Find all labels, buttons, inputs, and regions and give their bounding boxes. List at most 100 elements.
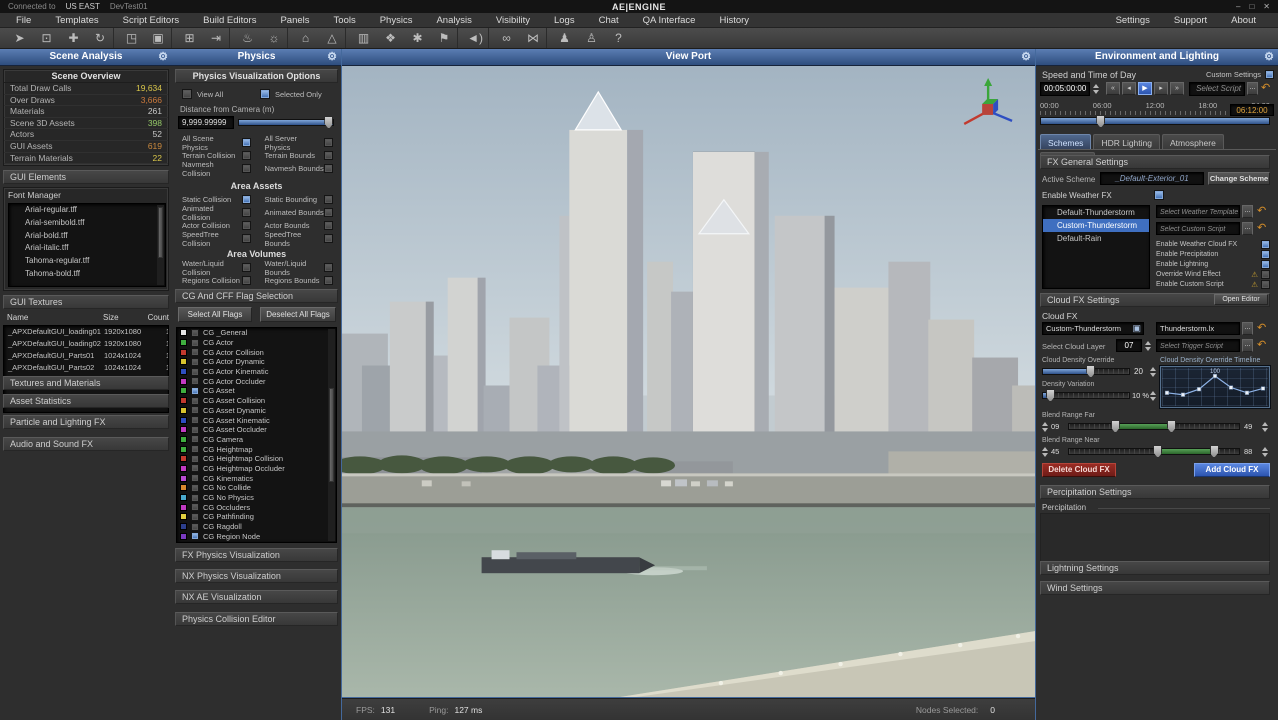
checkbox[interactable] [324,164,333,173]
cg-flag-row[interactable]: CG _General [177,328,336,338]
checkbox[interactable] [324,195,333,204]
flag-checkbox[interactable] [191,503,199,511]
terrain-tool-icon[interactable]: △ [319,28,346,48]
font-item[interactable]: Arial-semibold.tff [9,217,165,230]
section-physics-collision-editor[interactable]: Physics Collision Editor [175,612,338,626]
menu-item[interactable]: File [4,14,43,27]
undo-icon[interactable]: ↶ [1257,205,1266,218]
checkbox[interactable] [242,221,251,230]
cg-flag-row[interactable]: CG Camera [177,435,336,445]
active-scheme-field[interactable]: _Default-Exterior_01 [1100,172,1204,185]
cg-flag-row[interactable]: CG Asset Occluder [177,425,336,435]
enable-weather-checkbox[interactable] [1154,190,1164,200]
flag-checkbox[interactable] [191,455,199,463]
browse-script-button[interactable]: ... [1247,82,1258,95]
blend-near-slider[interactable] [1068,448,1240,455]
select-script-field[interactable]: Select Script [1189,82,1245,96]
checkbox[interactable] [242,138,251,147]
menu-item[interactable]: Tools [322,14,368,27]
view-all-checkbox[interactable] [182,89,192,99]
select-all-flags-button[interactable]: Select All Flags [178,307,252,322]
cg-flag-row[interactable]: CG Heightmap [177,444,336,454]
flag-checkbox[interactable] [191,358,199,366]
cg-flag-row[interactable]: CG Region Node [177,531,336,541]
flag-checkbox[interactable] [191,397,199,405]
section-nx-ae-viz[interactable]: NX AE Visualization [175,590,338,604]
turn-question-icon[interactable]: ? [605,28,632,48]
browse-custom-script-button[interactable]: ... [1242,222,1253,235]
cg-flag-row[interactable]: CG Actor Collision [177,347,336,357]
move-tool-icon[interactable]: ✚ [60,28,87,48]
menu-item[interactable]: QA Interface [631,14,708,27]
blend-far-max-spinner[interactable] [1260,420,1269,433]
custom-settings-checkbox[interactable] [1265,70,1274,79]
section-fx-general[interactable]: FX General Settings [1040,155,1270,169]
checkbox[interactable] [242,234,251,243]
cg-flag-row[interactable]: CG Asset [177,386,336,396]
blend-near-min-spinner[interactable] [1040,445,1049,458]
checkbox[interactable] [324,151,333,160]
checkbox[interactable] [324,234,333,243]
density-variation-spinner[interactable] [1148,389,1157,402]
browse-cloud-script-button[interactable]: ... [1242,322,1253,335]
cg-flag-row[interactable]: CG Pathfinding [177,512,336,522]
flag-checkbox[interactable] [191,484,199,492]
checkbox[interactable] [242,208,251,217]
flag-checkbox[interactable] [191,523,199,531]
rewind-button[interactable]: « [1106,82,1120,95]
flag-checkbox[interactable] [191,435,199,443]
cg-flag-row[interactable]: CG No Collide [177,483,336,493]
custom-script-field[interactable]: Select Custom Script [1156,222,1240,235]
group-select-icon[interactable]: ◳ [118,28,145,48]
density-timeline-chart[interactable]: 100 [1160,366,1270,408]
undo-icon[interactable]: ↶ [1257,339,1266,352]
checkbox[interactable] [1261,280,1270,289]
weather-scheme-item[interactable]: Default-Rain [1043,232,1149,245]
cg-flag-row[interactable]: CG Asset Collision [177,396,336,406]
gear-icon[interactable]: ⚙ [1021,49,1031,65]
section-percipitation-settings[interactable]: Percipitation Settings [1040,485,1270,499]
checkbox[interactable] [242,276,251,285]
checkbox[interactable] [324,221,333,230]
flag-checkbox[interactable] [191,406,199,414]
checkbox[interactable] [1261,240,1270,249]
flag-checkbox[interactable] [191,532,199,540]
checkbox[interactable] [1261,270,1270,279]
menu-item[interactable]: Script Editors [111,14,192,27]
time-input[interactable]: 00:05:00:00 [1040,82,1090,96]
menu-item[interactable]: Analysis [424,14,483,27]
snap-grid-icon[interactable]: ⊞ [176,28,203,48]
cloud-layer-value[interactable]: 07 [1116,339,1142,352]
blend-far-low-handle[interactable] [1111,420,1120,433]
menu-item[interactable]: Logs [542,14,587,27]
environment-tab[interactable]: Atmosphere [1162,134,1224,150]
flag-checkbox[interactable] [191,329,199,337]
section-lightning-settings[interactable]: Lightning Settings [1040,561,1270,575]
undo-icon[interactable]: ↶ [1257,222,1266,235]
blend-near-low-handle[interactable] [1153,445,1162,458]
texture-row[interactable]: _APXDefaultGUI_Parts02 1024x1024 1 [4,362,168,374]
density-override-spinner[interactable] [1148,365,1157,378]
rotate-tool-icon[interactable]: ↻ [87,28,114,48]
checkbox[interactable] [324,263,333,272]
section-asset-statistics[interactable]: Asset Statistics [3,394,169,408]
blend-far-slider[interactable] [1068,423,1240,430]
menu-item[interactable]: About [1219,14,1268,27]
density-variation-slider[interactable] [1042,392,1130,399]
checkbox[interactable] [242,195,251,204]
menu-item[interactable]: History [707,14,761,27]
add-cloud-fx-button[interactable]: Add Cloud FX [1194,463,1270,477]
open-editor-button[interactable]: Open Editor [1214,294,1268,305]
menu-item[interactable]: Visibility [484,14,542,27]
section-wind-settings[interactable]: Wind Settings [1040,581,1270,595]
cloud-layer-spinner[interactable] [1143,339,1152,352]
distance-slider-handle[interactable] [324,116,333,129]
close-button[interactable]: ✕ [1263,2,1270,11]
font-list[interactable]: Arial-regular.tffArial-semibold.tffArial… [8,203,166,287]
cg-flag-row[interactable]: CG Occluders [177,502,336,512]
weather-scheme-item[interactable]: Custom-Thunderstorm [1043,219,1149,232]
cg-flag-row[interactable]: CG Actor Occluder [177,376,336,386]
gear-icon[interactable]: ⚙ [1264,49,1274,65]
section-particle-lighting-fx[interactable]: Particle and Lighting FX [3,415,169,429]
flag-checkbox[interactable] [191,474,199,482]
